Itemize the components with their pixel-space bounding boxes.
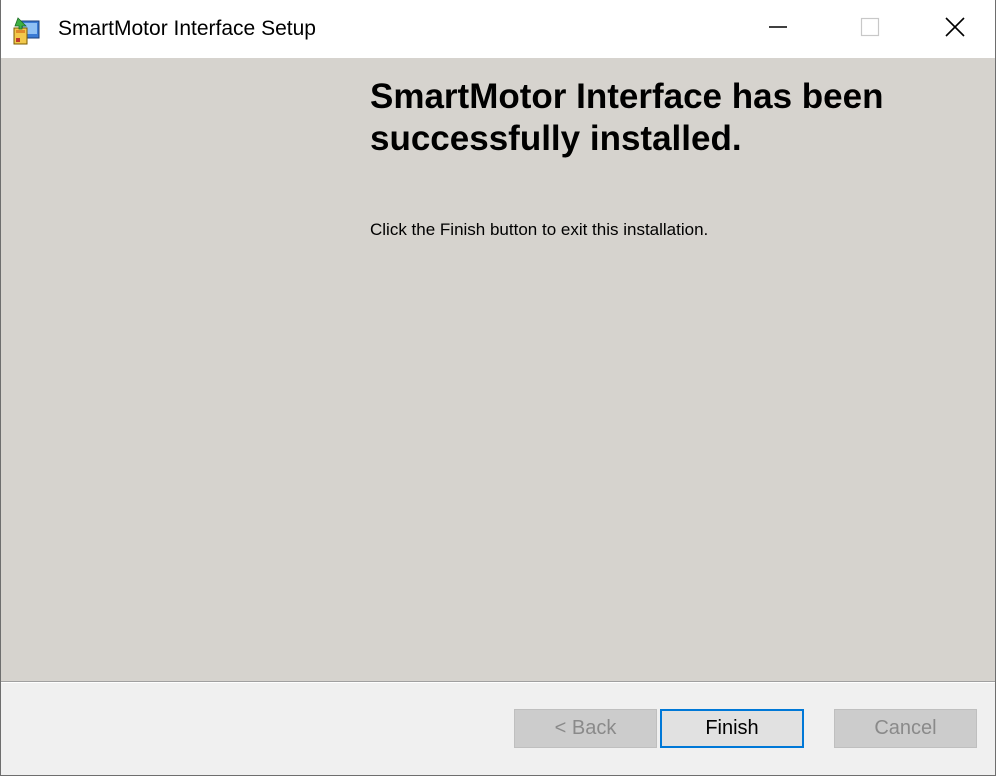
setup-window: SmartMotor Interface Setup SmartMotor In… — [0, 0, 996, 776]
close-icon — [943, 15, 967, 44]
finish-button[interactable]: Finish — [660, 709, 804, 748]
installer-icon[interactable] — [12, 16, 42, 46]
minimize-button[interactable] — [732, 0, 824, 58]
window-title: SmartMotor Interface Setup — [58, 17, 316, 40]
maximize-button[interactable] — [824, 0, 916, 58]
content-panel: SmartMotor Interface has been successful… — [1, 58, 995, 682]
maximize-icon — [859, 16, 881, 43]
page-title: SmartMotor Interface has been successful… — [370, 77, 884, 158]
close-button[interactable] — [915, 0, 995, 58]
back-button[interactable]: < Back — [514, 709, 657, 748]
cancel-button[interactable]: Cancel — [834, 709, 977, 748]
instruction-text: Click the Finish button to exit this ins… — [370, 220, 709, 239]
title-bar[interactable]: SmartMotor Interface Setup — [1, 0, 995, 58]
minimize-icon — [767, 16, 789, 43]
footer-divider-highlight — [1, 682, 995, 683]
